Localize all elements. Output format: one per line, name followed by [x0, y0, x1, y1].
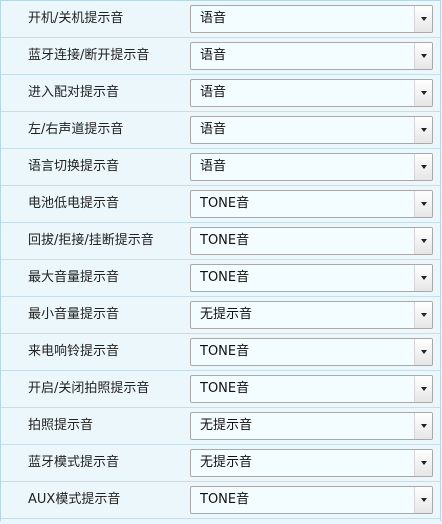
chevron-down-icon: [421, 128, 427, 132]
settings-row-pairing: 进入配对提示音 语音: [1, 75, 441, 112]
select-value: 语音: [200, 48, 227, 63]
dropdown-button[interactable]: [414, 154, 432, 180]
dropdown-button[interactable]: [414, 487, 432, 513]
chevron-down-icon: [421, 54, 427, 58]
prompt-type-select[interactable]: 无提示音: [190, 412, 433, 440]
prompt-type-select[interactable]: 语音: [190, 79, 433, 107]
settings-row-left-right-channel: 左/右声道提示音 语音: [1, 112, 441, 149]
prompt-type-select[interactable]: TONE音: [190, 264, 433, 292]
row-label: 左/右声道提示音: [28, 122, 124, 137]
prompt-type-select[interactable]: TONE音: [190, 190, 433, 218]
select-value: TONE音: [200, 196, 250, 211]
row-label: 回拔/拒接/挂断提示音: [28, 233, 154, 248]
select-value: TONE音: [200, 344, 250, 359]
dropdown-button[interactable]: [414, 6, 432, 32]
row-label: 电池低电提示音: [28, 196, 120, 211]
chevron-down-icon: [421, 91, 427, 95]
select-value: 语音: [200, 11, 227, 26]
row-label: 最大音量提示音: [28, 270, 120, 285]
row-label: 语言切换提示音: [28, 159, 120, 174]
chevron-down-icon: [421, 424, 427, 428]
select-value: TONE音: [200, 270, 250, 285]
dropdown-button[interactable]: [414, 191, 432, 217]
prompt-type-select[interactable]: 语音: [190, 116, 433, 144]
prompt-type-select[interactable]: TONE音: [190, 338, 433, 366]
prompt-type-select[interactable]: TONE音: [190, 375, 433, 403]
chevron-down-icon: [421, 165, 427, 169]
settings-row-min-volume: 最小音量提示音 无提示音: [1, 297, 441, 334]
chevron-down-icon: [421, 461, 427, 465]
settings-row-aux-mode: AUX模式提示音 TONE音: [1, 482, 441, 519]
select-value: 语音: [200, 122, 227, 137]
dropdown-button[interactable]: [414, 376, 432, 402]
select-value: 无提示音: [200, 307, 253, 322]
row-label: 开启/关闭拍照提示音: [28, 381, 150, 396]
row-label: 拍照提示音: [28, 418, 94, 433]
dropdown-button[interactable]: [414, 413, 432, 439]
dropdown-button[interactable]: [414, 265, 432, 291]
row-label: 最小音量提示音: [28, 307, 120, 322]
dropdown-button[interactable]: [414, 339, 432, 365]
prompt-sound-settings-table: 开机/关机提示音 语音 蓝牙连接/断开提示音 语音 进入配对提示音 语音 左/右…: [0, 0, 441, 521]
select-value: 无提示音: [200, 418, 253, 433]
dropdown-button[interactable]: [414, 80, 432, 106]
settings-row-incoming-call-ring: 来电响铃提示音 TONE音: [1, 334, 441, 371]
dropdown-button[interactable]: [414, 302, 432, 328]
chevron-down-icon: [421, 387, 427, 391]
chevron-down-icon: [421, 276, 427, 280]
dropdown-button[interactable]: [414, 450, 432, 476]
dropdown-button[interactable]: [414, 117, 432, 143]
chevron-down-icon: [421, 498, 427, 502]
chevron-down-icon: [421, 239, 427, 243]
chevron-down-icon: [421, 17, 427, 21]
row-label: AUX模式提示音: [28, 492, 121, 507]
prompt-type-select[interactable]: 无提示音: [190, 449, 433, 477]
prompt-type-select[interactable]: 语音: [190, 5, 433, 33]
settings-row-bluetooth-connect: 蓝牙连接/断开提示音 语音: [1, 38, 441, 75]
settings-row-bluetooth-mode: 蓝牙模式提示音 无提示音: [1, 445, 441, 482]
row-label: 蓝牙连接/断开提示音: [28, 48, 150, 63]
row-label: 来电响铃提示音: [28, 344, 120, 359]
settings-row-max-volume: 最大音量提示音 TONE音: [1, 260, 441, 297]
settings-row-call-redial-reject-hangup: 回拔/拒接/挂断提示音 TONE音: [1, 223, 441, 260]
settings-row-take-photo: 拍照提示音 无提示音: [1, 408, 441, 445]
prompt-type-select[interactable]: TONE音: [190, 227, 433, 255]
prompt-type-select[interactable]: 语音: [190, 153, 433, 181]
select-value: TONE音: [200, 233, 250, 248]
select-value: 无提示音: [200, 455, 253, 470]
select-value: TONE音: [200, 381, 250, 396]
settings-row-language-switch: 语言切换提示音 语音: [1, 149, 441, 186]
dropdown-button[interactable]: [414, 43, 432, 69]
chevron-down-icon: [421, 350, 427, 354]
select-value: TONE音: [200, 492, 250, 507]
settings-row-low-battery: 电池低电提示音 TONE音: [1, 186, 441, 223]
row-label: 蓝牙模式提示音: [28, 455, 120, 470]
prompt-type-select[interactable]: TONE音: [190, 486, 433, 514]
chevron-down-icon: [421, 202, 427, 206]
prompt-type-select[interactable]: 语音: [190, 42, 433, 70]
dropdown-button[interactable]: [414, 228, 432, 254]
row-label: 开机/关机提示音: [28, 11, 124, 26]
select-value: 语音: [200, 85, 227, 100]
prompt-type-select[interactable]: 无提示音: [190, 301, 433, 329]
select-value: 语音: [200, 159, 227, 174]
row-label: 进入配对提示音: [28, 85, 120, 100]
chevron-down-icon: [421, 313, 427, 317]
settings-row-power-on-off: 开机/关机提示音 语音: [1, 1, 441, 38]
settings-row-camera-on-off: 开启/关闭拍照提示音 TONE音: [1, 371, 441, 408]
